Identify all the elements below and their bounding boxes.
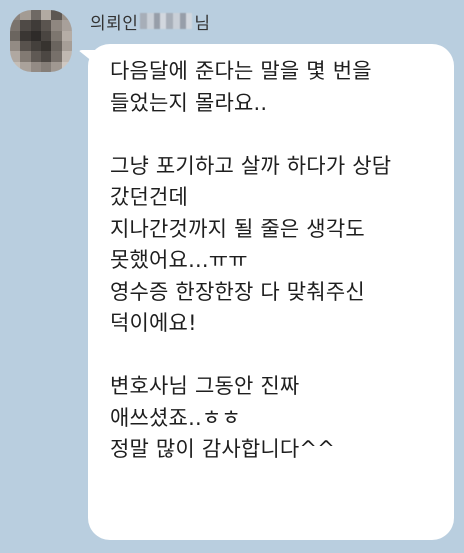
avatar-pixel [20,10,31,21]
avatar-pixel [20,61,31,72]
avatar-pixel [51,61,62,72]
message-line: 애쓰셨죠..ㅎㅎ [110,405,241,430]
sender-name: 의뢰인 님 [90,8,211,34]
avatar-pixel [40,20,52,31]
message-line: 갔던건데 [110,185,189,209]
avatar-pixel [40,51,52,62]
avatar-pixel [30,30,41,41]
avatar-pixel [10,30,21,41]
avatar-pixel [30,61,41,72]
message-line: 변호사님 그동안 진짜 [110,374,300,398]
avatar-pixel [20,30,31,41]
avatar-pixel [51,30,62,41]
avatar-pixel [10,20,21,31]
message-line: 영수증 한장한장 다 맞춰주신 [110,279,365,304]
avatar-pixel [30,40,41,52]
avatar-pixel [10,40,21,52]
avatar-pixel [10,51,21,62]
avatar-pixel [30,10,41,21]
avatar-pixel [61,10,72,21]
avatar-pixel [40,40,52,52]
avatar-pixel [40,10,52,21]
message-line: 정말 많이 감사합니다^^ [110,437,336,461]
sender-name-prefix: 의뢰인 [90,13,139,34]
avatar-pixel [61,61,72,72]
message-bubble[interactable]: 다음달에 준다는 말을 몇 번을 들었는지 몰라요.. 그냥 포기하고 살까 하… [88,44,454,540]
avatar-pixel [61,20,72,31]
avatar-pixel [51,10,62,21]
avatar-pixel [40,61,52,72]
avatar-pixel [30,51,41,62]
message-line: 못했어요...ㅠㅠ [110,248,248,272]
avatar-pixel [20,40,31,52]
message-line [110,340,436,372]
message-line [110,119,436,151]
sender-name-redacted [140,13,193,29]
avatar-pixel [10,61,21,72]
chat-area[interactable]: 의뢰인 님 다음달에 준다는 말을 몇 번을 들었는지 몰라요.. 그냥 포기하… [0,0,464,553]
message-line: 그냥 포기하고 살까 하다가 상담 [110,153,392,178]
message-line: 다음달에 준다는 말을 몇 번을 [110,59,372,83]
sender-avatar[interactable] [10,10,72,72]
avatar-pixel [61,40,72,52]
message-line: 덕이에요! [110,311,197,335]
message-line: 지나간것까지 될 줄은 생각도 [110,216,365,241]
avatar-pixel [51,51,62,62]
avatar-pixel [30,20,41,31]
avatar-pixel [10,10,21,21]
sender-name-suffix: 님 [194,13,211,34]
avatar-pixel [61,51,72,62]
avatar-pixel [20,20,31,31]
avatar-pixel [61,30,72,41]
message-line: 들었는지 몰라요.. [110,90,268,115]
avatar-pixel [51,40,62,52]
avatar-pixel [51,20,62,31]
avatar-pixel [40,30,52,41]
avatar-pixel [20,51,31,62]
